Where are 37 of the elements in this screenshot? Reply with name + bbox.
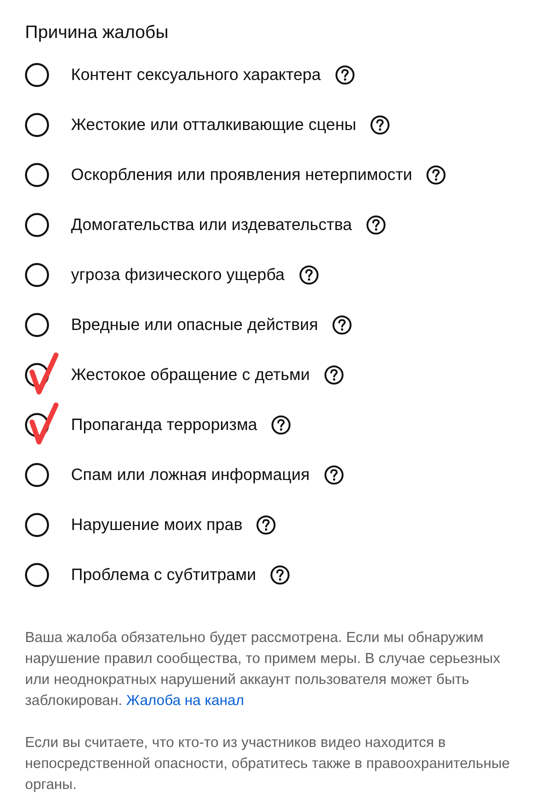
option-label: Оскорбления или проявления нетерпимости	[71, 166, 412, 184]
notice-text: Ваша жалоба обязательно будет рассмотрена. Если мы обнаружим нарушение правил сообщества, то примем меры. В случае серьезных или неоднократных нарушений аккаунт пользователя может быть заблокирован. Жалоба на канал	[25, 629, 502, 711]
radio-button[interactable]	[25, 313, 49, 337]
option-label: Вредные или опасные действия	[71, 316, 318, 334]
help-icon[interactable]	[366, 215, 386, 235]
safety-text: Если вы считаете, что кто-то из участников видео находится в непосредственной опасности, обратитесь также в правоохранительные органы.	[25, 734, 511, 795]
help-icon[interactable]	[256, 515, 276, 535]
radio-button[interactable]	[25, 563, 49, 587]
radio-button[interactable]	[25, 163, 49, 187]
radio-button[interactable]	[25, 113, 49, 137]
help-icon[interactable]	[370, 115, 390, 135]
radio-button[interactable]	[25, 363, 49, 387]
option-label: Жестокое обращение с детьми	[71, 366, 310, 384]
help-icon[interactable]	[324, 465, 344, 485]
option-label: Домогательства или издевательства	[71, 216, 352, 234]
option-label: Спам или ложная информация	[71, 466, 310, 484]
option-label: Проблема с субтитрами	[71, 566, 256, 584]
option-label: Контент сексуального характера	[71, 66, 321, 84]
radio-button[interactable]	[25, 213, 49, 237]
help-icon[interactable]	[426, 165, 446, 185]
radio-button[interactable]	[25, 263, 49, 287]
option-label: Нарушение моих прав	[71, 516, 242, 534]
channel-report-link[interactable]: Жалоба на канал	[126, 693, 244, 709]
help-icon[interactable]	[270, 565, 290, 585]
help-icon[interactable]	[332, 315, 352, 335]
option-label: угроза физического ущерба	[71, 266, 285, 284]
option-label: Пропаганда терроризма	[71, 416, 258, 434]
help-icon[interactable]	[271, 415, 292, 435]
help-icon[interactable]	[298, 265, 319, 285]
help-icon[interactable]	[334, 65, 355, 85]
radio-button[interactable]	[25, 413, 49, 437]
option-label: Жестокие или отталкивающие сцены	[71, 116, 356, 134]
help-icon[interactable]	[324, 365, 344, 385]
dialog-title: Причина жалобы	[25, 21, 170, 44]
radio-button[interactable]	[25, 463, 49, 487]
radio-button[interactable]	[25, 63, 49, 87]
radio-button[interactable]	[25, 513, 49, 537]
